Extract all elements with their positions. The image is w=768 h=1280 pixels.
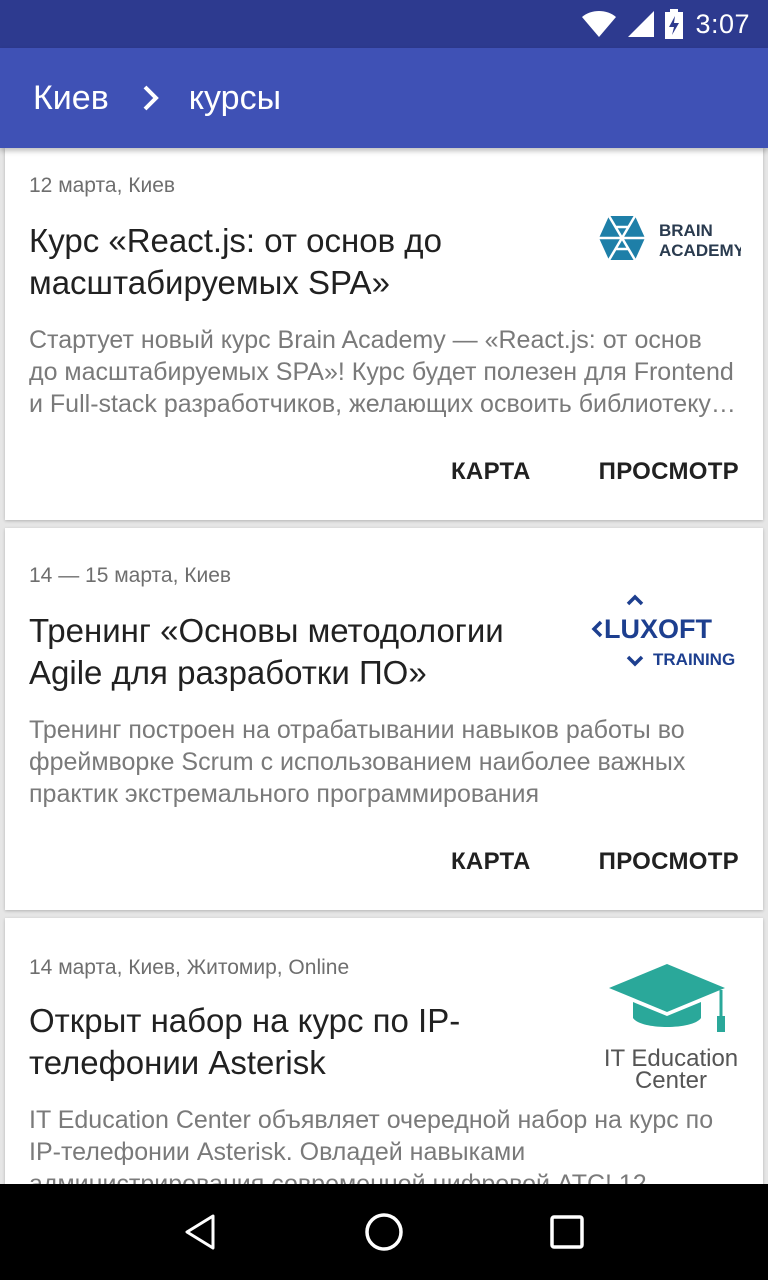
status-bar: 3:07 bbox=[0, 0, 768, 48]
view-button[interactable]: ПРОСМОТР bbox=[599, 458, 739, 486]
event-card[interactable]: 14 — 15 марта, Киев Тренинг «Основы мето… bbox=[5, 528, 763, 910]
brain-academy-logo: BRAIN ACADEMY bbox=[595, 210, 746, 266]
signal-icon bbox=[628, 11, 655, 37]
battery-charging-icon bbox=[665, 9, 684, 39]
event-title: Открыт набор на курс по IP-телефонии Ast… bbox=[29, 1002, 461, 1081]
svg-text:BRAIN: BRAIN bbox=[659, 221, 713, 240]
recents-icon[interactable] bbox=[537, 1202, 597, 1262]
event-card[interactable]: 14 марта, Киев, Житомир, Online Открыт н… bbox=[5, 918, 763, 1184]
luxoft-training-logo: LUXOFT TRAINING bbox=[591, 592, 741, 672]
breadcrumb-city[interactable]: Киев bbox=[33, 79, 109, 118]
event-meta: 14 — 15 марта, Киев bbox=[29, 564, 232, 587]
event-feed[interactable]: 12 марта, Киев Курс «React.js: от основ … bbox=[0, 148, 768, 1184]
map-button[interactable]: КАРТА bbox=[451, 848, 531, 876]
event-meta: 14 марта, Киев, Житомир, Online bbox=[29, 956, 350, 979]
event-description: Стартует новый курс Brain Academy — «Rea… bbox=[29, 326, 734, 418]
svg-text:TRAINING: TRAINING bbox=[653, 650, 735, 669]
event-actions: КАРТА ПРОСМОТР bbox=[451, 458, 739, 486]
wifi-icon bbox=[582, 11, 617, 37]
svg-text:Center: Center bbox=[635, 1067, 707, 1090]
it-education-center-logo: IT Education Center bbox=[601, 956, 741, 1094]
view-button[interactable]: ПРОСМОТР bbox=[599, 848, 739, 876]
home-icon[interactable] bbox=[354, 1202, 414, 1262]
event-title: Курс «React.js: от основ до масштабируем… bbox=[29, 222, 442, 301]
event-card[interactable]: 12 марта, Киев Курс «React.js: от основ … bbox=[5, 148, 763, 520]
map-button[interactable]: КАРТА bbox=[451, 458, 531, 486]
event-description: Тренинг построен на отрабатывании навыко… bbox=[29, 716, 686, 808]
event-title: Тренинг «Основы методологии Agile для ра… bbox=[29, 612, 504, 691]
status-icons bbox=[581, 9, 684, 39]
event-description: IT Education Center объявляет очередной … bbox=[29, 1106, 714, 1184]
chevron-right-icon bbox=[141, 84, 161, 112]
clock: 3:07 bbox=[695, 8, 750, 39]
svg-text:LUXOFT: LUXOFT bbox=[604, 614, 712, 644]
back-icon[interactable] bbox=[171, 1202, 231, 1262]
breadcrumb-section[interactable]: курсы bbox=[189, 79, 281, 118]
event-meta: 12 марта, Киев bbox=[29, 174, 176, 197]
event-actions: КАРТА ПРОСМОТР bbox=[451, 848, 739, 876]
app-bar: Киев курсы bbox=[0, 48, 768, 148]
svg-text:ACADEMY: ACADEMY bbox=[659, 241, 741, 260]
navigation-bar bbox=[0, 1184, 768, 1280]
